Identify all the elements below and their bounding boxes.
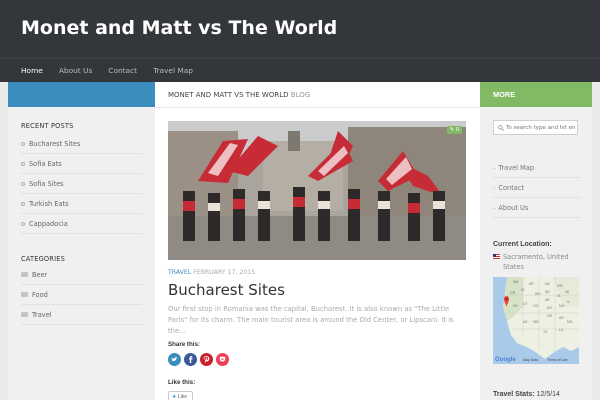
- svg-text:ND: ND: [545, 282, 551, 286]
- svg-text:Terms of Use: Terms of Use: [547, 358, 568, 362]
- nav-about-us[interactable]: About Us: [51, 63, 100, 79]
- folder-icon: [21, 312, 28, 317]
- google-logo: Google: [495, 357, 516, 363]
- recent-posts-widget: Recent Posts Bucharest Sites Sofia Eats …: [21, 122, 142, 234]
- sidebar-link-contact[interactable]: – Contact: [493, 178, 581, 198]
- svg-text:LA: LA: [559, 328, 564, 332]
- main-content: Monet and Matt vs The World Blog: [155, 82, 480, 400]
- categories-widget: Categories Beer Food Travel: [21, 255, 142, 325]
- recent-post-item[interactable]: Sofia Sites: [21, 174, 142, 194]
- svg-text:AR: AR: [559, 316, 564, 320]
- sidebar-link-about-us[interactable]: – About Us: [493, 198, 581, 218]
- pocket-icon: [219, 356, 226, 362]
- post-thumbnail[interactable]: ✎ 0: [168, 121, 466, 260]
- nav-contact[interactable]: Contact: [100, 63, 145, 79]
- search-box: [493, 120, 578, 135]
- current-location: Sacramento, United States: [493, 252, 578, 272]
- svg-text:MT: MT: [529, 282, 535, 286]
- post-title[interactable]: Bucharest Sites: [168, 281, 285, 299]
- pinterest-share-button[interactable]: [200, 353, 213, 366]
- svg-text:WI: WI: [565, 290, 569, 294]
- pocket-share-button[interactable]: [216, 353, 229, 366]
- recent-post-item[interactable]: Bucharest Sites: [21, 134, 142, 154]
- search-icon: [498, 124, 504, 131]
- travel-stats: Travel Stats: 12/5/14: [493, 391, 560, 398]
- current-location-title: Current Location:: [493, 241, 552, 248]
- us-flag-icon: [493, 254, 500, 259]
- facebook-share-button[interactable]: [184, 353, 197, 366]
- svg-text:NM: NM: [533, 320, 539, 324]
- comment-count-badge[interactable]: ✎ 0: [446, 126, 462, 134]
- bullet-icon: [21, 201, 25, 206]
- svg-text:MN: MN: [557, 284, 563, 288]
- bullet-icon: [21, 161, 25, 166]
- svg-text:KS: KS: [547, 306, 552, 310]
- svg-text:MO: MO: [559, 304, 565, 308]
- bullet-icon: [21, 141, 25, 146]
- folder-icon: [21, 272, 28, 277]
- nav-divider: [0, 58, 600, 59]
- facebook-icon: [189, 356, 193, 363]
- svg-text:WA: WA: [513, 280, 519, 284]
- us-map: WA MT OR ID NV UT CO AZ NM WY ND SD NE K…: [493, 277, 579, 364]
- post-meta: Travel February 17, 2015: [168, 269, 255, 276]
- like-button[interactable]: ★ Like: [168, 391, 193, 400]
- svg-text:WY: WY: [535, 292, 541, 296]
- flag-parade-image: [168, 121, 466, 260]
- left-sidebar: Recent Posts Bucharest Sites Sofia Eats …: [8, 82, 155, 400]
- folder-icon: [21, 292, 28, 297]
- twitter-icon: [171, 357, 178, 362]
- recent-posts-list: Bucharest Sites Sofia Eats Sofia Sites T…: [21, 134, 142, 234]
- share-label: Share this:: [168, 341, 200, 348]
- svg-text:CO: CO: [533, 304, 539, 308]
- svg-text:MS: MS: [567, 320, 573, 324]
- recent-post-item[interactable]: Turkish Eats: [21, 194, 142, 214]
- svg-text:OR: OR: [510, 291, 516, 295]
- heading-divider: [155, 107, 480, 108]
- svg-text:OK: OK: [547, 314, 553, 318]
- site-header: Monet and Matt vs The World Home About U…: [0, 0, 600, 82]
- svg-text:ID: ID: [521, 288, 525, 292]
- svg-text:SD: SD: [545, 290, 550, 294]
- recent-posts-title: Recent Posts: [21, 122, 74, 130]
- categories-title: Categories: [21, 255, 65, 263]
- pinterest-icon: [203, 356, 210, 363]
- main-nav: Home About Us Contact Travel Map: [13, 63, 201, 79]
- share-buttons: [168, 353, 232, 366]
- svg-text:IL: IL: [567, 300, 570, 304]
- nav-home[interactable]: Home: [13, 63, 51, 79]
- svg-text:NV: NV: [513, 304, 519, 308]
- category-item[interactable]: Food: [21, 285, 142, 305]
- nav-travel-map[interactable]: Travel Map: [145, 63, 201, 79]
- page-heading: Monet and Matt vs The World Blog: [168, 91, 311, 99]
- right-sidebar: More – Travel Map – Contact – About Us C…: [480, 82, 592, 400]
- page-gutter: [592, 82, 600, 400]
- svg-text:NE: NE: [545, 298, 551, 302]
- location-map[interactable]: WA MT OR ID NV UT CO AZ NM WY ND SD NE K…: [493, 277, 579, 364]
- star-icon: ★: [172, 394, 177, 400]
- more-links: – Travel Map – Contact – About Us: [493, 158, 581, 218]
- svg-text:Map Data: Map Data: [523, 358, 538, 362]
- post-category[interactable]: Travel: [168, 269, 191, 276]
- category-item[interactable]: Travel: [21, 305, 142, 325]
- like-label: Like this:: [168, 379, 196, 386]
- post-excerpt: Our first stop in Romania was the capita…: [168, 305, 454, 335]
- search-input[interactable]: [506, 124, 576, 131]
- sidebar-link-travel-map[interactable]: – Travel Map: [493, 158, 581, 178]
- svg-text:TX: TX: [543, 330, 548, 334]
- recent-post-item[interactable]: Sofia Eats: [21, 154, 142, 174]
- category-item[interactable]: Beer: [21, 265, 142, 285]
- more-bar[interactable]: More: [480, 82, 592, 107]
- post-date: February 17, 2015: [193, 269, 256, 276]
- bullet-icon: [21, 221, 25, 226]
- site-title[interactable]: Monet and Matt vs The World: [21, 17, 337, 39]
- bullet-icon: [21, 181, 25, 186]
- left-sidebar-bar: [8, 82, 155, 107]
- categories-list: Beer Food Travel: [21, 265, 142, 325]
- twitter-share-button[interactable]: [168, 353, 181, 366]
- recent-post-item[interactable]: Cappadocia: [21, 214, 142, 234]
